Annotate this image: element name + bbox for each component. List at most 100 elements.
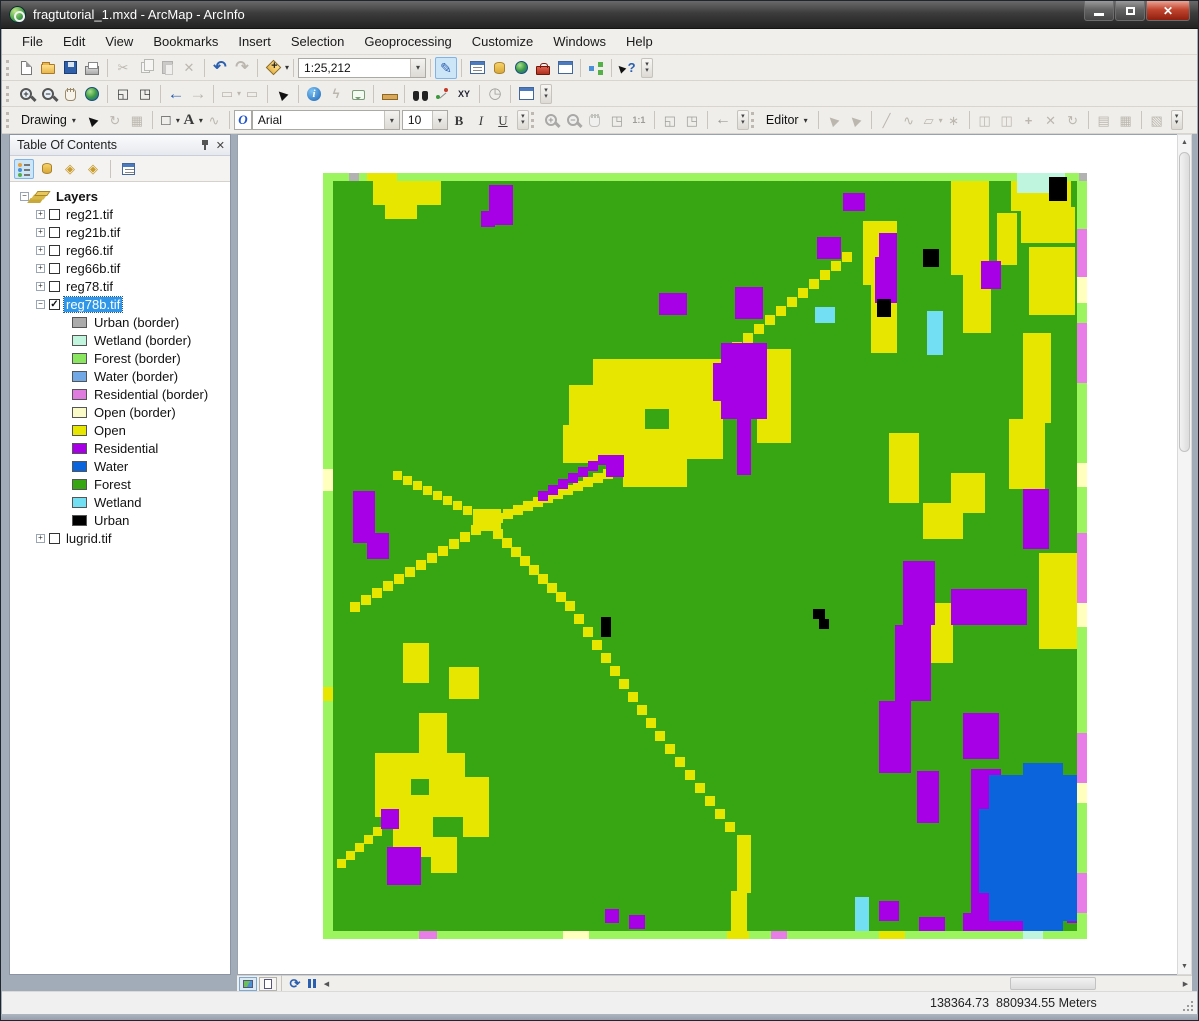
toolbar-grip[interactable] bbox=[6, 86, 11, 102]
layer-label[interactable]: reg66b.tif bbox=[64, 261, 122, 276]
editor-menu-button[interactable]: Editor▾ bbox=[760, 111, 814, 129]
split-button[interactable]: ◫ bbox=[996, 109, 1018, 131]
python-window-button[interactable] bbox=[554, 57, 576, 79]
font-dropdown-button[interactable]: ▾ bbox=[384, 111, 399, 129]
go-forward-extent-button[interactable]: → bbox=[187, 83, 209, 105]
layer-label[interactable]: reg21.tif bbox=[64, 207, 115, 222]
hyperlink-button[interactable]: ϟ bbox=[325, 83, 347, 105]
undo-button[interactable]: ↶ bbox=[209, 57, 231, 79]
menu-selection[interactable]: Selection bbox=[281, 30, 354, 53]
cut-polygons-button[interactable]: ◫ bbox=[974, 109, 996, 131]
legend-swatch[interactable] bbox=[72, 407, 87, 418]
zoom-in-button[interactable]: + bbox=[15, 83, 37, 105]
toc-root-layers[interactable]: −Layers bbox=[10, 187, 230, 205]
print-button[interactable] bbox=[81, 57, 103, 79]
toolbar-overflow-button[interactable]: ▾▾ bbox=[641, 58, 653, 78]
legend-swatch[interactable] bbox=[72, 497, 87, 508]
legend-item-wetland[interactable]: Wetland bbox=[10, 493, 230, 511]
rotate-element-button[interactable]: ↻ bbox=[104, 109, 126, 131]
vertical-scroll-thumb[interactable] bbox=[1179, 152, 1190, 452]
go-back-extent-button[interactable]: ← bbox=[165, 83, 187, 105]
select-features-button[interactable]: ▭▾ bbox=[218, 83, 241, 105]
table-of-contents-window-button[interactable] bbox=[466, 57, 488, 79]
legend-item-residential-border-[interactable]: Residential (border) bbox=[10, 385, 230, 403]
select-elements-button[interactable]: ◀ bbox=[272, 83, 294, 105]
toolbar-overflow-button[interactable]: ▾▾ bbox=[1171, 110, 1183, 130]
toolbar-overflow-button[interactable]: ▾▾ bbox=[517, 110, 529, 130]
menu-file[interactable]: File bbox=[12, 30, 53, 53]
list-by-selection-button[interactable]: ◈ bbox=[83, 159, 103, 179]
edit-tool-button[interactable]: ◀ bbox=[823, 109, 845, 131]
map-scale-combo[interactable]: 1:25,212 ▾ bbox=[298, 58, 426, 78]
expander-icon[interactable]: + bbox=[36, 228, 45, 237]
menu-bookmarks[interactable]: Bookmarks bbox=[143, 30, 228, 53]
pan-button[interactable] bbox=[59, 83, 81, 105]
toc-layer-reg66-tif[interactable]: +reg66.tif bbox=[10, 241, 230, 259]
layer-checkbox[interactable]: ✓ bbox=[49, 299, 60, 310]
menu-edit[interactable]: Edit bbox=[53, 30, 95, 53]
map-raster[interactable] bbox=[323, 173, 1087, 939]
resize-grip[interactable] bbox=[1183, 1001, 1193, 1011]
open-button[interactable] bbox=[37, 57, 59, 79]
trim-button[interactable]: ✕ bbox=[1040, 109, 1062, 131]
expander-icon[interactable]: + bbox=[36, 264, 45, 273]
minimize-button[interactable] bbox=[1084, 1, 1114, 21]
save-button[interactable] bbox=[59, 57, 81, 79]
font-size-dropdown-button[interactable]: ▾ bbox=[432, 111, 447, 129]
snapping-button[interactable]: ∗ bbox=[943, 109, 965, 131]
cut-button[interactable]: ✂ bbox=[112, 57, 134, 79]
expander-icon[interactable]: − bbox=[36, 300, 45, 309]
layer-label[interactable]: reg66.tif bbox=[64, 243, 115, 258]
legend-item-open[interactable]: Open bbox=[10, 421, 230, 439]
list-by-drawing-order-button[interactable] bbox=[14, 159, 34, 179]
legend-swatch[interactable] bbox=[72, 317, 87, 328]
layer-label[interactable]: reg78.tif bbox=[64, 279, 115, 294]
layer-checkbox[interactable] bbox=[49, 281, 60, 292]
pause-drawing-button[interactable] bbox=[304, 977, 320, 991]
layer-label[interactable]: reg21b.tif bbox=[64, 225, 122, 240]
toc-layer-reg66b-tif[interactable]: + reg66b.tif bbox=[10, 259, 230, 277]
find-route-button[interactable] bbox=[431, 83, 453, 105]
toolbar-grip[interactable] bbox=[751, 112, 756, 128]
polygon-caret[interactable]: ▾ bbox=[939, 116, 943, 125]
text-tool-button[interactable]: A▾ bbox=[180, 109, 203, 131]
layout-zoom-in-button[interactable]: + bbox=[540, 109, 562, 131]
layout-fixed-zoom-in-button[interactable]: ◱ bbox=[659, 109, 681, 131]
edit-vertices-button[interactable]: ▦ bbox=[126, 109, 148, 131]
close-panel-icon[interactable]: ✕ bbox=[216, 139, 225, 152]
close-button[interactable]: ✕ bbox=[1146, 1, 1190, 21]
clear-selection-button[interactable]: ▭ bbox=[241, 83, 263, 105]
layer-label[interactable]: lugrid.tif bbox=[64, 531, 114, 546]
font-size-combo[interactable]: 10 ▾ bbox=[402, 110, 448, 130]
arc-tool-button[interactable]: ∿ bbox=[898, 109, 920, 131]
drawing-menu-button[interactable]: Drawing▾ bbox=[15, 111, 82, 129]
toc-layer-reg21-tif[interactable]: +reg21.tif bbox=[10, 205, 230, 223]
list-by-source-button[interactable] bbox=[37, 159, 57, 179]
menu-insert[interactable]: Insert bbox=[228, 30, 281, 53]
scroll-right-icon[interactable]: ▶ bbox=[1179, 977, 1192, 991]
legend-item-open-border-[interactable]: Open (border) bbox=[10, 403, 230, 421]
layout-zoom-out-button[interactable]: − bbox=[562, 109, 584, 131]
scroll-left-icon[interactable]: ◀ bbox=[320, 977, 333, 991]
legend-swatch[interactable] bbox=[72, 461, 87, 472]
legend-swatch[interactable] bbox=[72, 425, 87, 436]
measure-button[interactable]: ↔ bbox=[378, 83, 400, 105]
layer-checkbox[interactable] bbox=[49, 209, 60, 220]
italic-button[interactable]: I bbox=[470, 109, 492, 131]
editor-toolbar-toggle-button[interactable]: ✎ bbox=[435, 57, 457, 79]
menu-help[interactable]: Help bbox=[616, 30, 663, 53]
full-extent-button[interactable] bbox=[81, 83, 103, 105]
shape-tool-button[interactable]: □▾ bbox=[157, 109, 180, 131]
fixed-zoom-out-button[interactable]: ◳ bbox=[134, 83, 156, 105]
expander-icon[interactable]: + bbox=[36, 282, 45, 291]
legend-swatch[interactable] bbox=[72, 389, 87, 400]
layer-label[interactable]: reg78b.tif bbox=[64, 297, 122, 312]
layout-pan-button[interactable] bbox=[584, 109, 606, 131]
line-tool-button[interactable]: ╱ bbox=[876, 109, 898, 131]
scale-dropdown-button[interactable]: ▾ bbox=[410, 59, 425, 77]
legend-swatch[interactable] bbox=[72, 353, 87, 364]
toc-layer-reg21b-tif[interactable]: + reg21b.tif bbox=[10, 223, 230, 241]
layout-view-button[interactable] bbox=[259, 977, 277, 991]
bold-button[interactable]: B bbox=[448, 109, 470, 131]
toc-options-button[interactable] bbox=[118, 159, 138, 179]
